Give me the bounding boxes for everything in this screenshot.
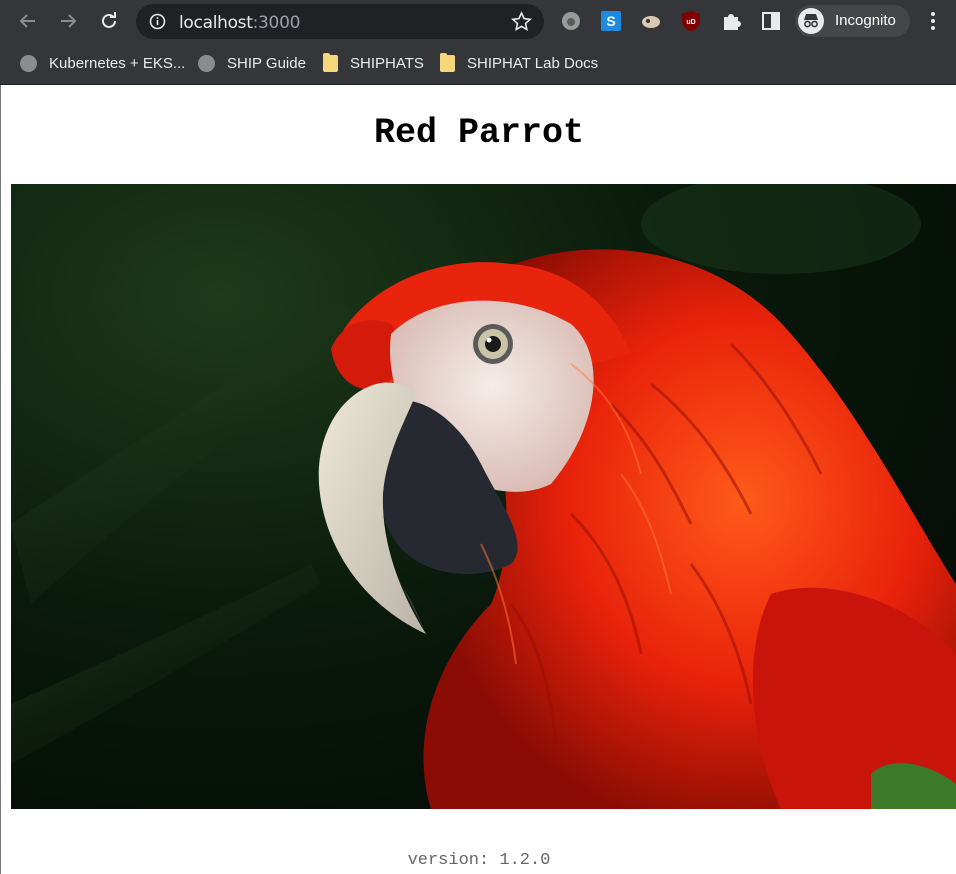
reload-button[interactable]	[94, 6, 124, 36]
more-vert-icon	[931, 12, 935, 30]
bookmark-label: SHIPHATS	[350, 54, 424, 72]
parrot-photo	[11, 184, 956, 809]
address-bar[interactable]: localhost:3000	[136, 4, 544, 39]
bookmark-kubernetes[interactable]: Kubernetes + EKS...	[20, 51, 185, 75]
bookmark-label: SHIPHAT Lab Docs	[467, 54, 599, 72]
page-title: Red Parrot	[373, 113, 585, 153]
ublock-icon[interactable]: uD	[679, 9, 703, 33]
bookmark-ship-guide[interactable]: SHIP Guide	[198, 51, 306, 75]
bookmark-label: Kubernetes + EKS...	[49, 54, 186, 72]
browser-toolbar: localhost:3000 S uD Incognito	[0, 0, 956, 43]
globe-icon	[198, 54, 215, 72]
bookmark-shiphats[interactable]: SHIPHATS	[323, 51, 424, 75]
url-host: localhost	[179, 13, 253, 33]
back-button[interactable]	[13, 6, 43, 36]
page-viewport: Red Parrot version: 1.2.0	[0, 85, 956, 874]
globe-icon	[20, 54, 37, 72]
reload-icon	[102, 12, 116, 28]
version-text: version: 1.2.0	[407, 851, 551, 870]
s-extension-icon[interactable]: S	[599, 9, 623, 33]
profile-chip[interactable]: Incognito	[795, 5, 910, 37]
parrot-illustration	[11, 184, 956, 809]
puzzle-icon[interactable]	[719, 9, 743, 33]
side-panel-icon[interactable]	[759, 9, 783, 33]
arrow-right-icon	[61, 14, 77, 28]
url-port: :3000	[252, 13, 301, 33]
folder-icon	[323, 52, 338, 72]
forward-button[interactable]	[53, 6, 83, 36]
bookmark-shiphat-lab-docs[interactable]: SHIPHAT Lab Docs	[440, 51, 598, 75]
url-text[interactable]: localhost:3000	[179, 13, 300, 33]
extension-icon-3[interactable]	[639, 9, 663, 33]
folder-icon	[440, 52, 455, 72]
svg-text:S: S	[606, 13, 615, 29]
extension-icon-1[interactable]	[559, 9, 583, 33]
arrow-left-icon	[19, 14, 35, 28]
bookmarks-bar: Kubernetes + EKS... SHIP Guide SHIPHATS …	[0, 43, 956, 85]
incognito-icon	[798, 8, 824, 34]
bookmark-star-icon[interactable]	[511, 11, 532, 32]
bookmark-label: SHIP Guide	[227, 54, 306, 72]
info-icon[interactable]	[149, 13, 166, 30]
svg-text:uD: uD	[686, 19, 695, 26]
profile-label: Incognito	[835, 12, 896, 29]
browser-menu-button[interactable]	[923, 9, 943, 33]
